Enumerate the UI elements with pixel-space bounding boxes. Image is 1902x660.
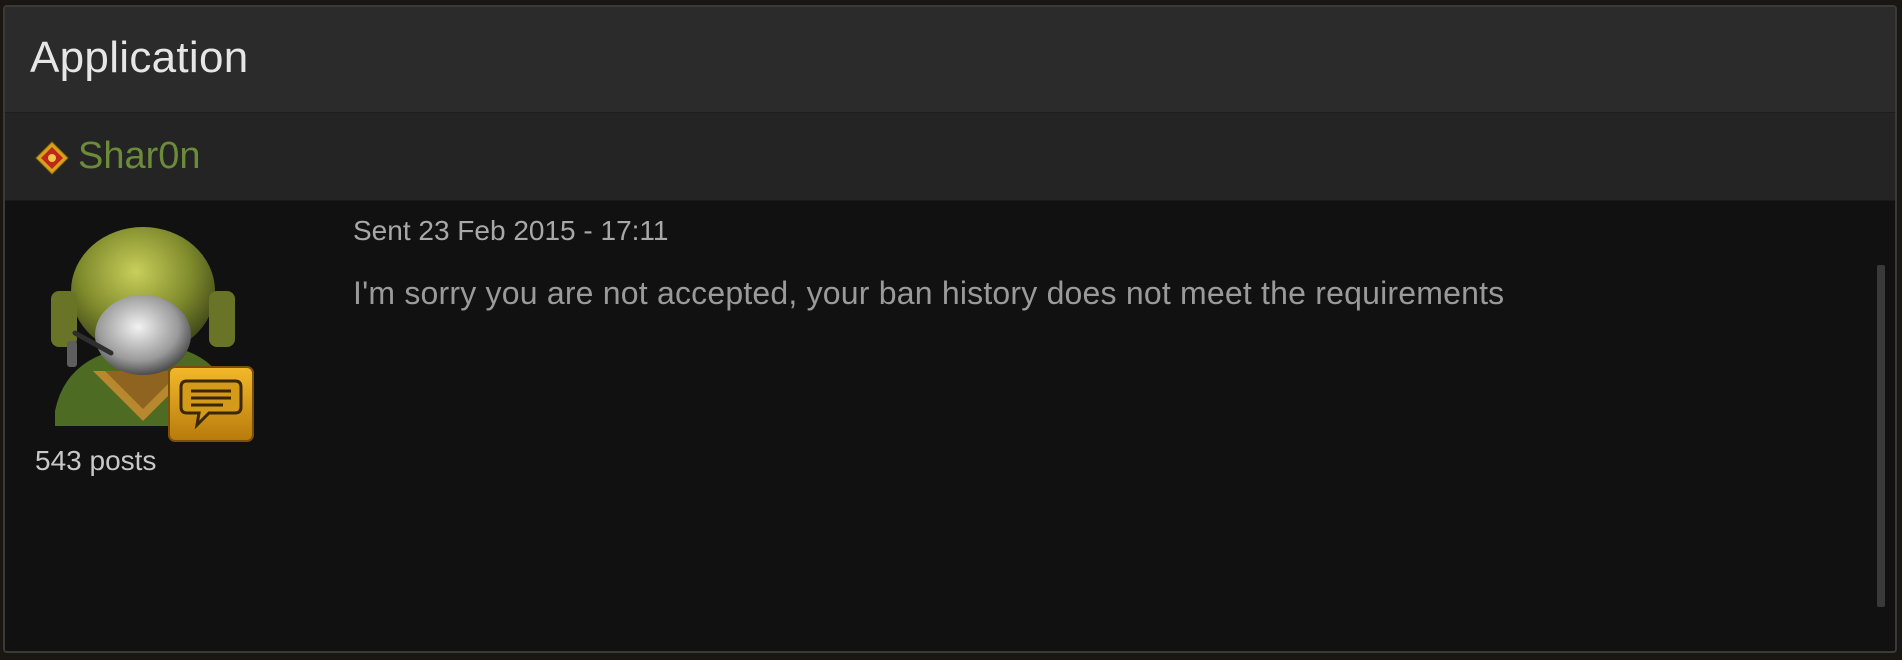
- author-bar: Shar0n: [5, 113, 1895, 201]
- application-window: Application Shar0n 543 posts Sent 23 Feb…: [3, 5, 1897, 653]
- window-title: Application: [30, 33, 249, 82]
- message-content: 543 posts Sent 23 Feb 2015 - 17:11 I'm s…: [5, 201, 1895, 651]
- author-name[interactable]: Shar0n: [78, 135, 201, 178]
- vertical-scrollbar[interactable]: [1877, 265, 1885, 607]
- message-body: I'm sorry you are not accepted, your ban…: [353, 275, 1505, 311]
- soldier-chat-avatar-icon[interactable]: [45, 221, 259, 447]
- title-bar: Application: [5, 7, 1895, 113]
- rank-diamond-icon: [35, 141, 69, 175]
- sent-timestamp: Sent 23 Feb 2015 - 17:11: [353, 215, 669, 246]
- post-count: 543 posts: [35, 445, 157, 476]
